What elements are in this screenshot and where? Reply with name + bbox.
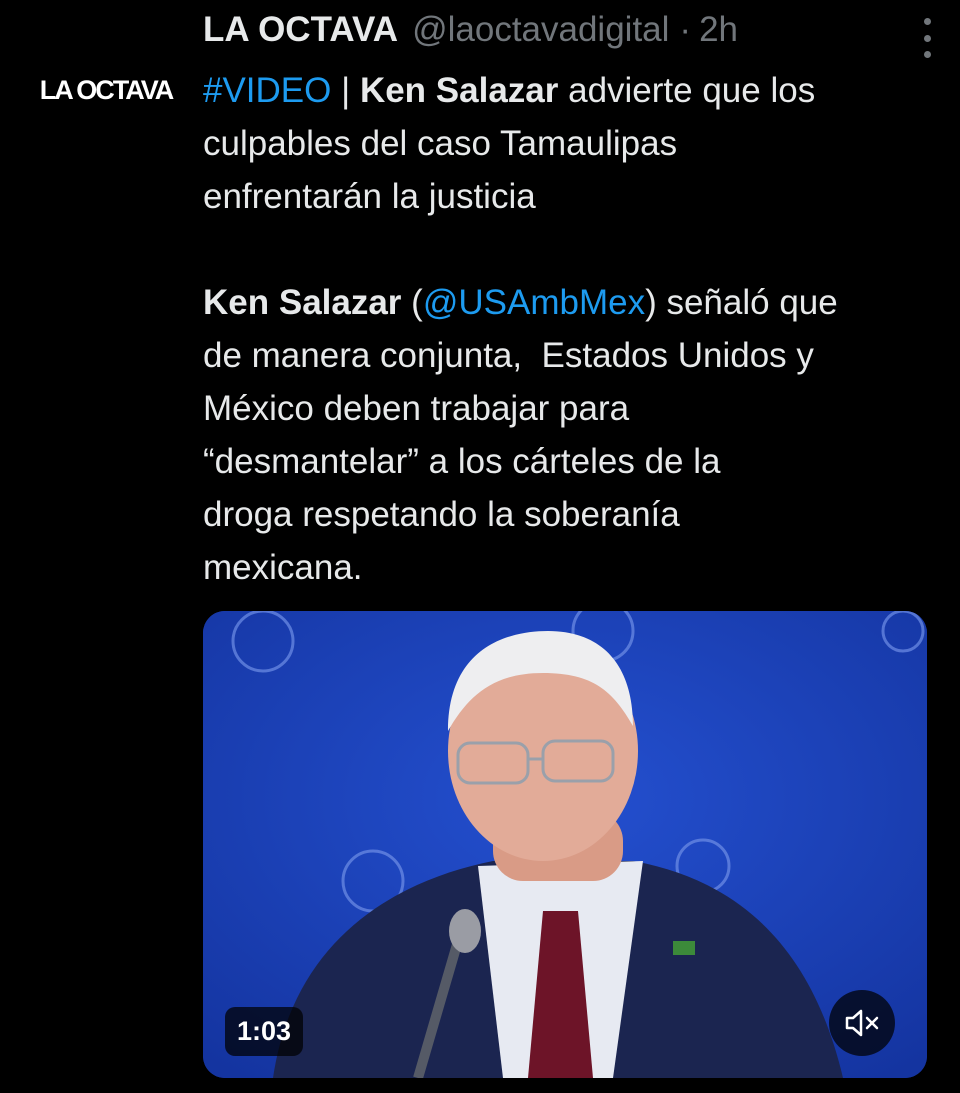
tweet-text-segment: advierte que los — [558, 71, 816, 110]
tweet-line-6: México deben trabajar para — [203, 389, 630, 428]
bold-name: Ken Salazar — [203, 283, 402, 322]
tweet-line-3: enfrentarán la justicia — [203, 177, 536, 216]
tweet-line-9: mexicana. — [203, 548, 363, 587]
tweet-header: LA OCTAVA @laoctavadigital · 2h — [203, 10, 938, 62]
tweet-line-8: droga respetando la soberanía — [203, 495, 680, 534]
speaker-muted-icon[interactable] — [829, 990, 895, 1056]
separator-dot: · — [679, 10, 692, 49]
paragraph-break — [203, 223, 938, 276]
tweet[interactable]: LA OCTAVA LA OCTAVA @laoctavadigital · 2… — [0, 0, 960, 1093]
tweet-content: LA OCTAVA @laoctavadigital · 2h #VIDEO |… — [203, 10, 938, 594]
avatar[interactable]: LA OCTAVA — [26, 58, 186, 122]
mention-link[interactable]: @USAmbMex — [423, 283, 645, 322]
pipe-separator: | — [331, 71, 360, 110]
tweet-line-1: #VIDEO | Ken Salazar advierte que los — [203, 64, 938, 117]
tweet-line-7: “desmantelar” a los cárteles de la — [203, 442, 721, 481]
tweet-line-4: Ken Salazar (@USAmbMex) señaló que — [203, 276, 938, 329]
tweet-text-segment: ( — [401, 283, 423, 322]
video-duration-badge: 1:03 — [225, 1007, 304, 1056]
video-frame — [203, 611, 927, 1078]
bold-name: Ken Salazar — [359, 71, 559, 110]
hashtag-link[interactable]: #VIDEO — [203, 71, 331, 110]
user-handle[interactable]: @laoctavadigital — [412, 10, 669, 50]
video-player[interactable]: 1:03 — [203, 611, 927, 1078]
timestamp[interactable]: 2h — [699, 10, 738, 50]
tweet-line-2: culpables del caso Tamaulipas — [203, 124, 678, 163]
tweet-line-5: de manera conjunta, Estados Unidos y — [203, 336, 814, 375]
more-options-icon[interactable] — [912, 18, 942, 58]
tweet-text-segment: ) señaló que — [645, 283, 838, 322]
display-name[interactable]: LA OCTAVA — [203, 10, 398, 50]
tweet-text: #VIDEO | Ken Salazar advierte que los cu… — [203, 64, 938, 594]
avatar-logo-text: LA OCTAVA — [39, 74, 174, 105]
